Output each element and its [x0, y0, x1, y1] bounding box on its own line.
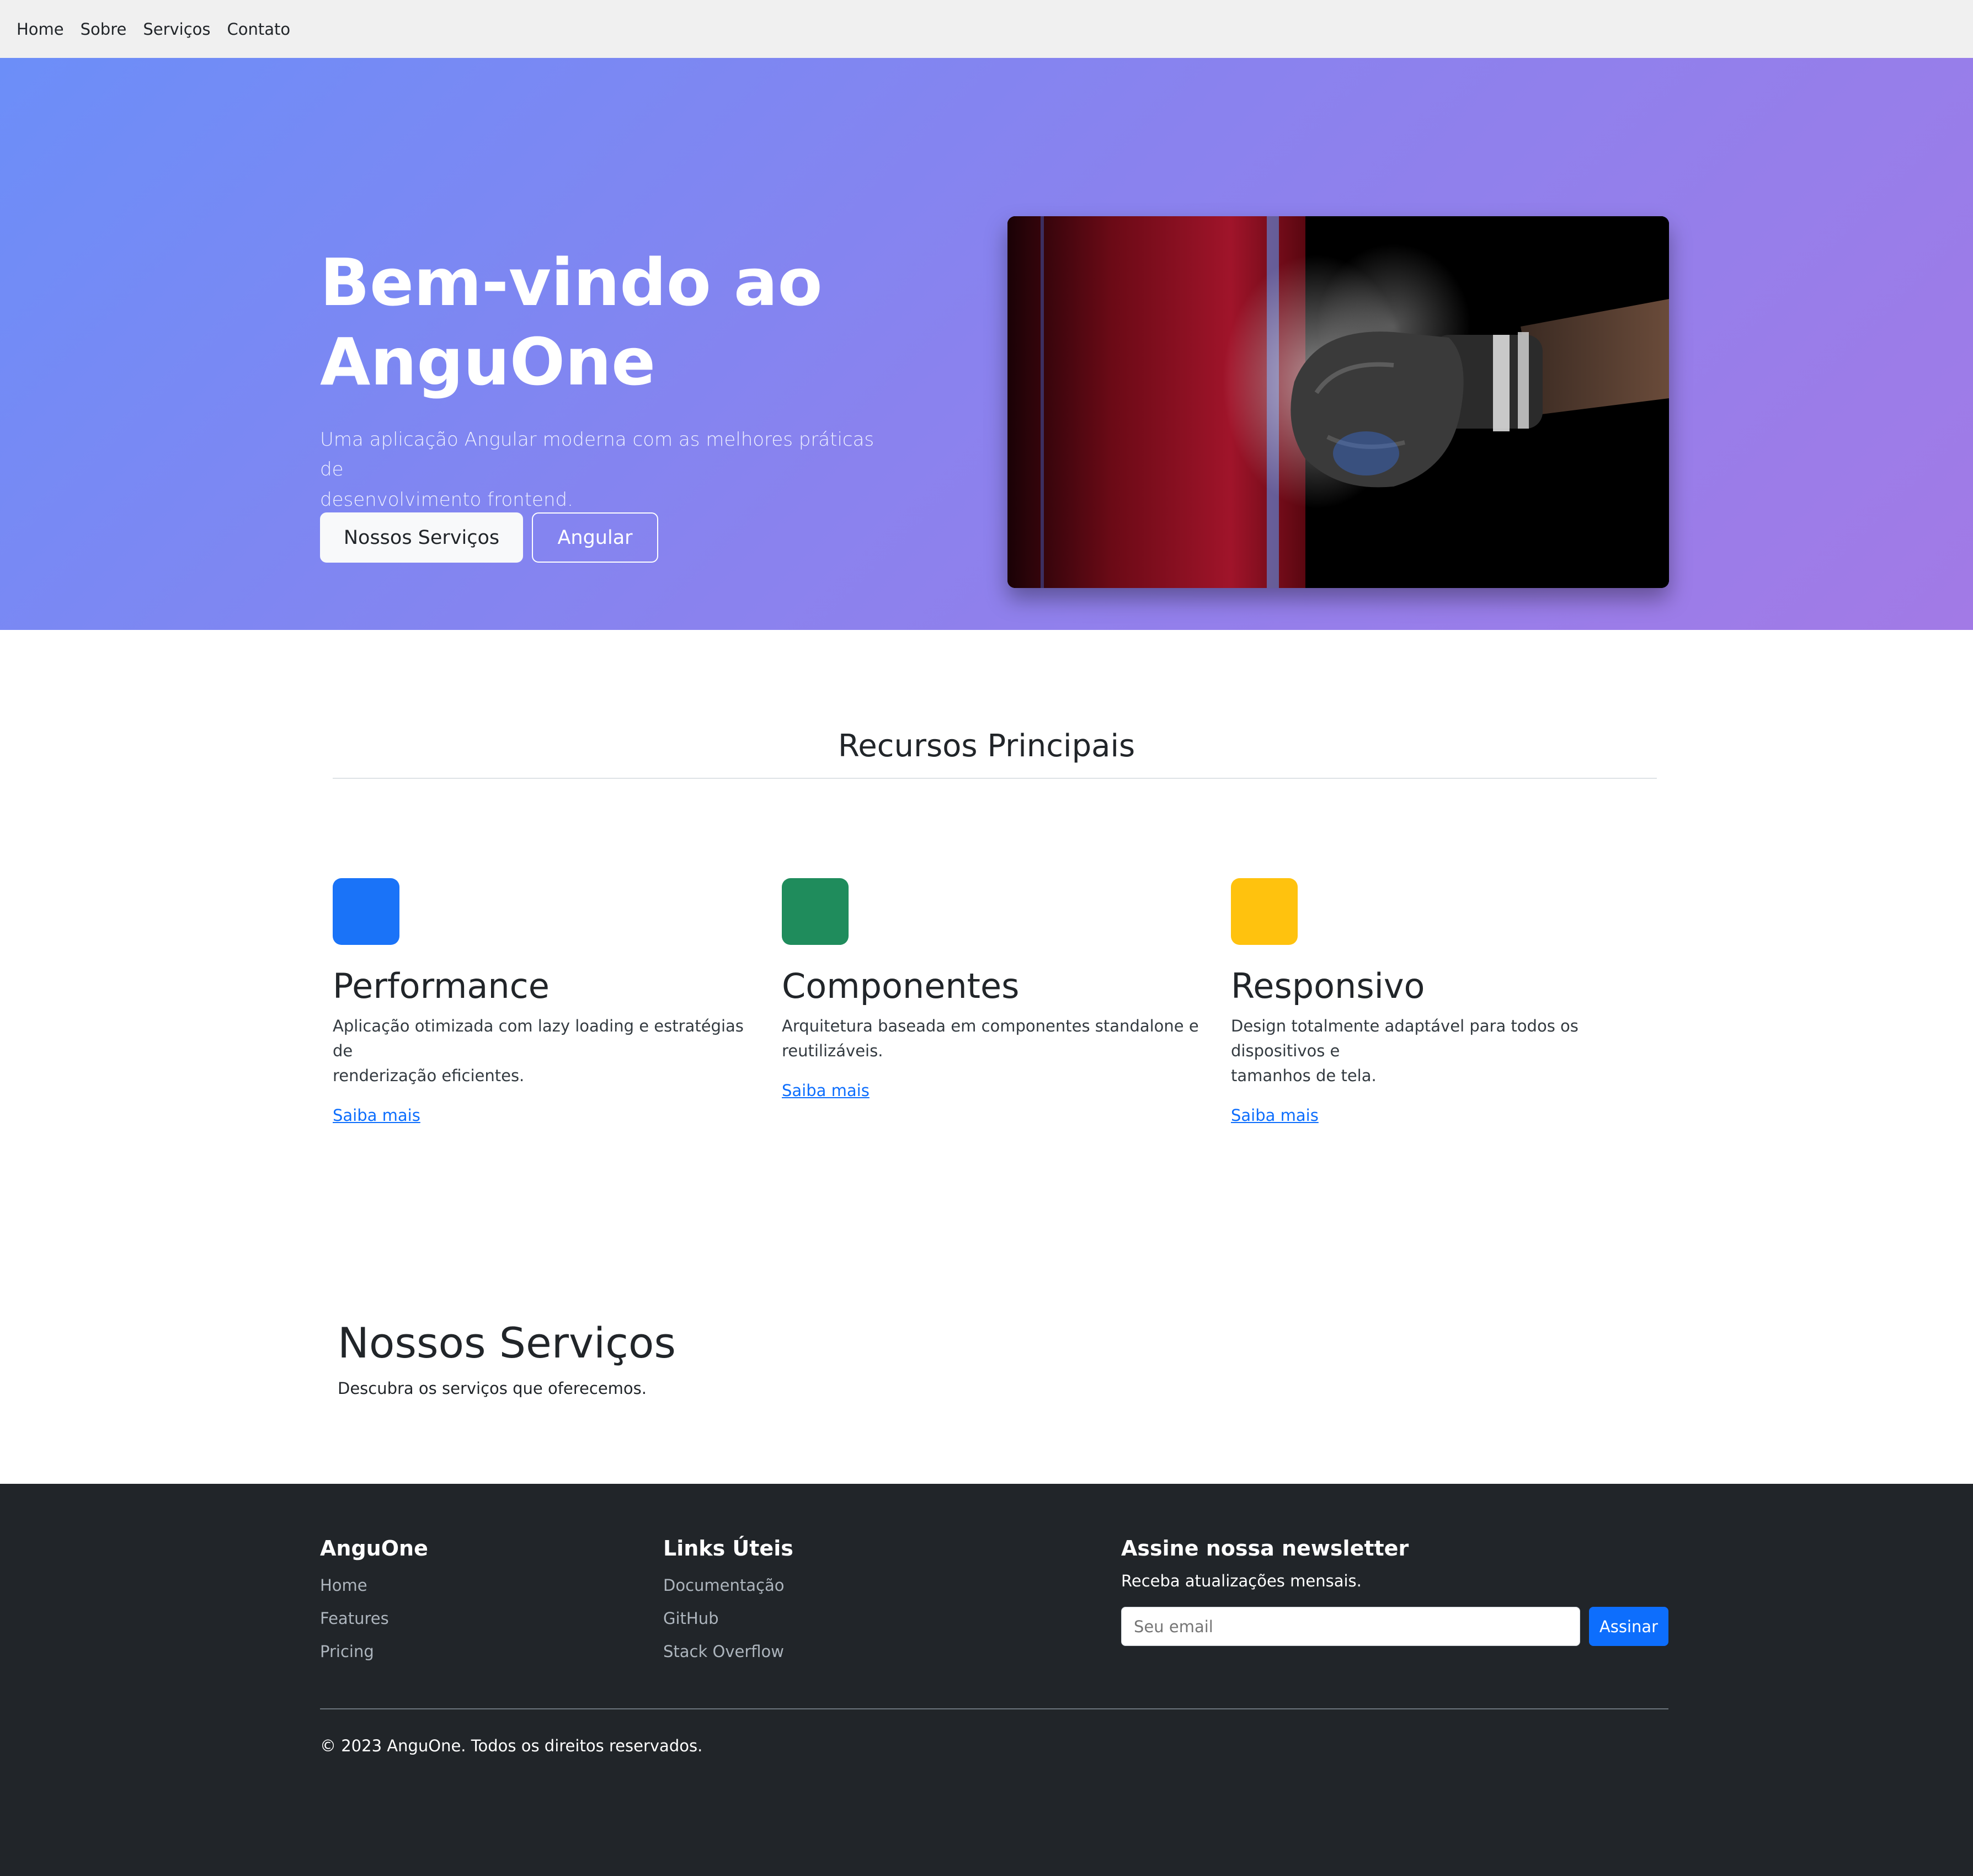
feature-card-componentes: Componentes Arquitetura baseada em compo…: [782, 878, 1201, 1100]
top-navbar: Home Sobre Serviços Contato: [0, 0, 1973, 58]
feature-description-line2: reutilizáveis.: [782, 1041, 883, 1060]
newsletter-form: Assinar: [1121, 1607, 1668, 1646]
performance-icon: [333, 878, 399, 945]
boxing-glove-image: [1007, 216, 1669, 588]
boxing-image-art: [1007, 216, 1669, 588]
footer-newsletter-column: Assine nossa newsletter Receba atualizaç…: [1121, 1536, 1668, 1646]
footer-brand: AnguOne: [320, 1536, 428, 1560]
footer: AnguOne Home Features Pricing Links Útei…: [0, 1484, 1973, 1876]
email-input[interactable]: [1121, 1607, 1580, 1646]
hero-title: Bem-vindo ao AnguOne: [320, 243, 823, 402]
feature-description: Design totalmente adaptável para todos o…: [1231, 1014, 1650, 1088]
services-subtitle: Descubra os serviços que oferecemos.: [338, 1379, 647, 1398]
footer-links-column: Links Úteis Documentação GitHub Stack Ov…: [663, 1536, 793, 1661]
feature-description-line1: Aplicação otimizada com lazy loading e e…: [333, 1017, 744, 1060]
footer-link-stackoverflow[interactable]: Stack Overflow: [663, 1642, 793, 1661]
hero-title-line2: AnguOne: [320, 323, 656, 400]
footer-divider: [320, 1708, 1668, 1709]
footer-link-documentacao[interactable]: Documentação: [663, 1576, 793, 1595]
componentes-icon: [782, 878, 849, 945]
hero-title-line1: Bem-vindo ao: [320, 244, 823, 320]
hero-subtitle: Uma aplicação Angular moderna com as mel…: [320, 425, 883, 515]
angular-button[interactable]: Angular: [532, 512, 658, 563]
newsletter-description: Receba atualizações mensais.: [1121, 1572, 1362, 1590]
footer-link-pricing[interactable]: Pricing: [320, 1642, 428, 1661]
nossos-servicos-button[interactable]: Nossos Serviços: [320, 512, 523, 563]
feature-title: Performance: [333, 966, 550, 1006]
feature-description-line2: tamanhos de tela.: [1231, 1066, 1377, 1085]
responsivo-icon: [1231, 878, 1298, 945]
hero-subtitle-line2: desenvolvimento frontend.: [320, 488, 573, 511]
footer-link-features[interactable]: Features: [320, 1609, 428, 1628]
feature-description-line1: Arquitetura baseada em componentes stand…: [782, 1017, 1199, 1035]
saiba-mais-link[interactable]: Saiba mais: [333, 1106, 420, 1125]
assinar-button[interactable]: Assinar: [1589, 1607, 1668, 1646]
footer-links-title: Links Úteis: [663, 1536, 793, 1560]
newsletter-title: Assine nossa newsletter: [1121, 1536, 1409, 1560]
nav-servicos[interactable]: Serviços: [143, 20, 210, 39]
feature-description-line2: renderização eficientes.: [333, 1066, 525, 1085]
hero-subtitle-line1: Uma aplicação Angular moderna com as mel…: [320, 429, 874, 481]
feature-description: Arquitetura baseada em componentes stand…: [782, 1014, 1201, 1063]
nav-home[interactable]: Home: [17, 20, 64, 39]
feature-description: Aplicação otimizada com lazy loading e e…: [333, 1014, 752, 1088]
nav-contato[interactable]: Contato: [227, 20, 291, 39]
saiba-mais-link[interactable]: Saiba mais: [1231, 1106, 1319, 1125]
nav-sobre[interactable]: Sobre: [81, 20, 127, 39]
feature-card-responsivo: Responsivo Design totalmente adaptável p…: [1231, 878, 1650, 1125]
feature-card-performance: Performance Aplicação otimizada com lazy…: [333, 878, 752, 1125]
copyright-text: © 2023 AnguOne. Todos os direitos reserv…: [320, 1736, 703, 1755]
footer-brand-column: AnguOne Home Features Pricing: [320, 1536, 428, 1661]
feature-description-line1: Design totalmente adaptável para todos o…: [1231, 1017, 1579, 1060]
feature-title: Responsivo: [1231, 966, 1425, 1006]
hero-section: Bem-vindo ao AnguOne Uma aplicação Angul…: [0, 58, 1973, 630]
features-title: Recursos Principais: [838, 728, 1135, 764]
services-title: Nossos Serviços: [338, 1318, 676, 1367]
feature-title: Componentes: [782, 966, 1020, 1006]
footer-link-github[interactable]: GitHub: [663, 1609, 793, 1628]
saiba-mais-link[interactable]: Saiba mais: [782, 1081, 870, 1100]
features-divider: [333, 778, 1657, 779]
hero-buttons: Nossos Serviços Angular: [320, 512, 658, 563]
footer-link-home[interactable]: Home: [320, 1576, 428, 1595]
